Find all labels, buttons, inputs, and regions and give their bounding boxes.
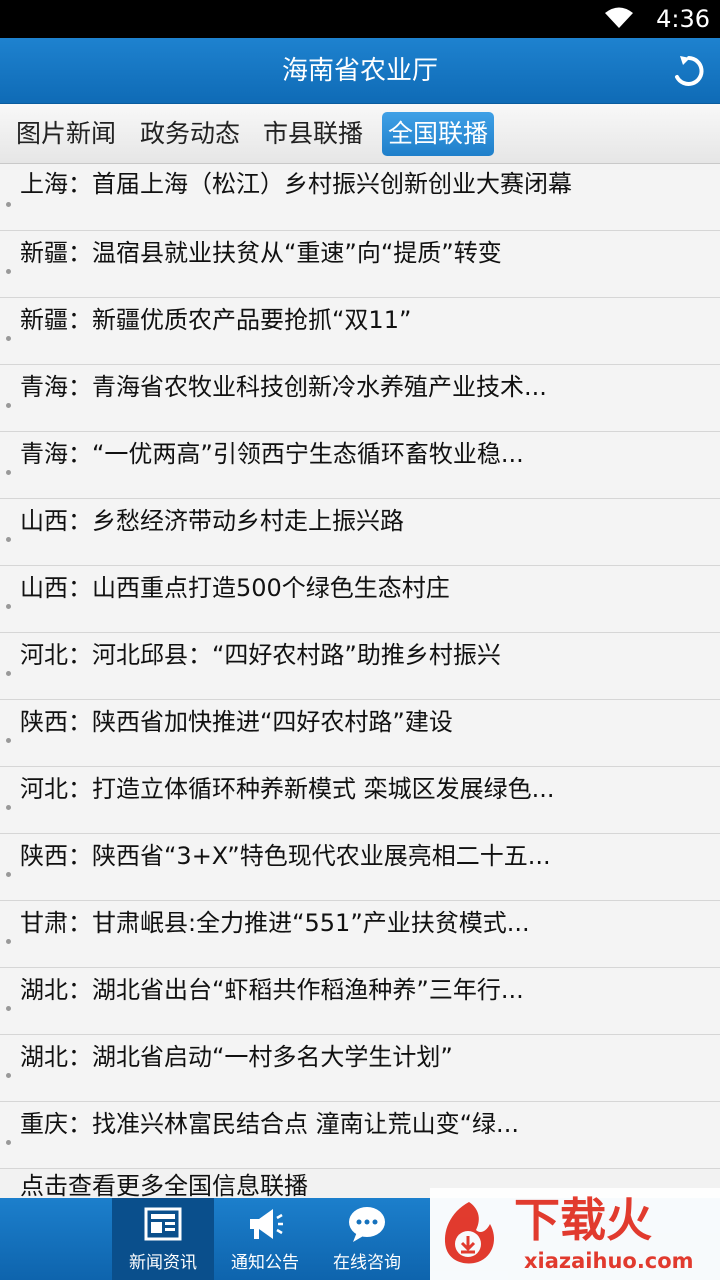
tab-national-news[interactable]: 全国联播 [382, 112, 495, 156]
bullet-icon [6, 269, 11, 274]
news-title: 湖北：湖北省启动“一村多名大学生计划” [20, 1043, 453, 1071]
list-item[interactable]: 山西：乡愁经济带动乡村走上振兴路 [0, 499, 720, 566]
news-title: 河北：打造立体循环种养新模式 栾城区发展绿色... [20, 775, 555, 803]
tab-government-news[interactable]: 政务动态 [134, 112, 246, 156]
bullet-icon [6, 1140, 11, 1145]
list-item[interactable]: 山西：山西重点打造500个绿色生态村庄 [0, 566, 720, 633]
watermark-url: xiazaihuo.com [524, 1249, 694, 1273]
bullet-icon [6, 336, 11, 341]
list-item[interactable]: 河北：河北邱县：“四好农村路”助推乡村振兴 [0, 633, 720, 700]
bullet-icon [6, 202, 11, 207]
news-title: 山西：山西重点打造500个绿色生态村庄 [20, 574, 450, 602]
clock: 4:36 [656, 5, 710, 33]
wifi-icon [605, 7, 633, 28]
news-title: 新疆：温宿县就业扶贫从“重速”向“提质”转变 [20, 239, 502, 267]
bullet-icon [6, 403, 11, 408]
newspaper-icon [144, 1207, 182, 1241]
news-title: 山西：乡愁经济带动乡村走上振兴路 [20, 507, 404, 535]
nav-consult-label: 在线咨询 [333, 1253, 401, 1273]
list-item[interactable]: 上海：首届上海（松江）乡村振兴创新创业大赛闭幕 [0, 164, 720, 231]
list-item[interactable]: 重庆：找准兴林富民结合点 潼南让荒山变“绿... [0, 1102, 720, 1169]
list-item[interactable]: 河北：打造立体循环种养新模式 栾城区发展绿色... [0, 767, 720, 834]
news-list: 上海：首届上海（松江）乡村振兴创新创业大赛闭幕 新疆：温宿县就业扶贫从“重速”向… [0, 164, 720, 1169]
bullet-icon [6, 939, 11, 944]
status-bar: 4:36 [0, 0, 720, 38]
nav-notices[interactable]: 通知公告 [214, 1198, 316, 1280]
watermark-title: 下载火 [514, 1193, 652, 1247]
news-title: 青海：“一优两高”引领西宁生态循环畜牧业稳... [20, 440, 524, 468]
refresh-icon[interactable] [670, 52, 708, 90]
news-title: 上海：首届上海（松江）乡村振兴创新创业大赛闭幕 [20, 170, 572, 198]
bullet-icon [6, 738, 11, 743]
news-title: 重庆：找准兴林富民结合点 潼南让荒山变“绿... [20, 1110, 519, 1138]
list-item[interactable]: 陕西：陕西省“3+X”特色现代农业展亮相二十五... [0, 834, 720, 901]
news-title: 陕西：陕西省加快推进“四好农村路”建设 [20, 708, 453, 736]
news-title: 河北：河北邱县：“四好农村路”助推乡村振兴 [20, 641, 501, 669]
watermark-logo-icon [444, 1202, 494, 1264]
list-item[interactable]: 新疆：温宿县就业扶贫从“重速”向“提质”转变 [0, 231, 720, 298]
megaphone-icon [250, 1209, 283, 1239]
bullet-icon [6, 805, 11, 810]
bullet-icon [6, 1006, 11, 1011]
app-header: 海南省农业厅 [0, 38, 720, 104]
list-item[interactable]: 青海：青海省农牧业科技创新冷水养殖产业技术... [0, 365, 720, 432]
nav-notices-label: 通知公告 [231, 1253, 299, 1273]
news-title: 青海：青海省农牧业科技创新冷水养殖产业技术... [20, 373, 547, 401]
bullet-icon [6, 671, 11, 676]
list-item[interactable]: 湖北：湖北省启动“一村多名大学生计划” [0, 1035, 720, 1102]
nav-news-label: 新闻资讯 [129, 1253, 197, 1273]
bullet-icon [6, 872, 11, 877]
bullet-icon [6, 604, 11, 609]
bullet-icon [6, 470, 11, 475]
bullet-icon [6, 1073, 11, 1078]
chat-bubble-icon [349, 1207, 385, 1242]
list-item[interactable]: 青海：“一优两高”引领西宁生态循环畜牧业稳... [0, 432, 720, 499]
tab-photo-news[interactable]: 图片新闻 [10, 112, 122, 156]
watermark: 下载火 xiazaihuo.com [430, 1188, 720, 1280]
nav-news[interactable]: 新闻资讯 [112, 1198, 214, 1280]
news-title: 甘肃：甘肃岷县:全力推进“551”产业扶贫模式... [20, 909, 530, 937]
tab-county-news[interactable]: 市县联播 [257, 112, 369, 156]
news-title: 新疆：新疆优质农产品要抢抓“双11” [20, 306, 412, 334]
list-item[interactable]: 湖北：湖北省出台“虾稻共作稻渔种养”三年行... [0, 968, 720, 1035]
news-title: 湖北：湖北省出台“虾稻共作稻渔种养”三年行... [20, 976, 524, 1004]
page-title: 海南省农业厅 [281, 56, 438, 86]
bullet-icon [6, 537, 11, 542]
news-title: 陕西：陕西省“3+X”特色现代农业展亮相二十五... [20, 842, 551, 870]
list-item[interactable]: 甘肃：甘肃岷县:全力推进“551”产业扶贫模式... [0, 901, 720, 968]
list-item[interactable]: 新疆：新疆优质农产品要抢抓“双11” [0, 298, 720, 365]
nav-consult[interactable]: 在线咨询 [316, 1198, 418, 1280]
list-item[interactable]: 陕西：陕西省加快推进“四好农村路”建设 [0, 700, 720, 767]
tab-bar: 图片新闻 政务动态 市县联播 全国联播 [0, 104, 720, 164]
